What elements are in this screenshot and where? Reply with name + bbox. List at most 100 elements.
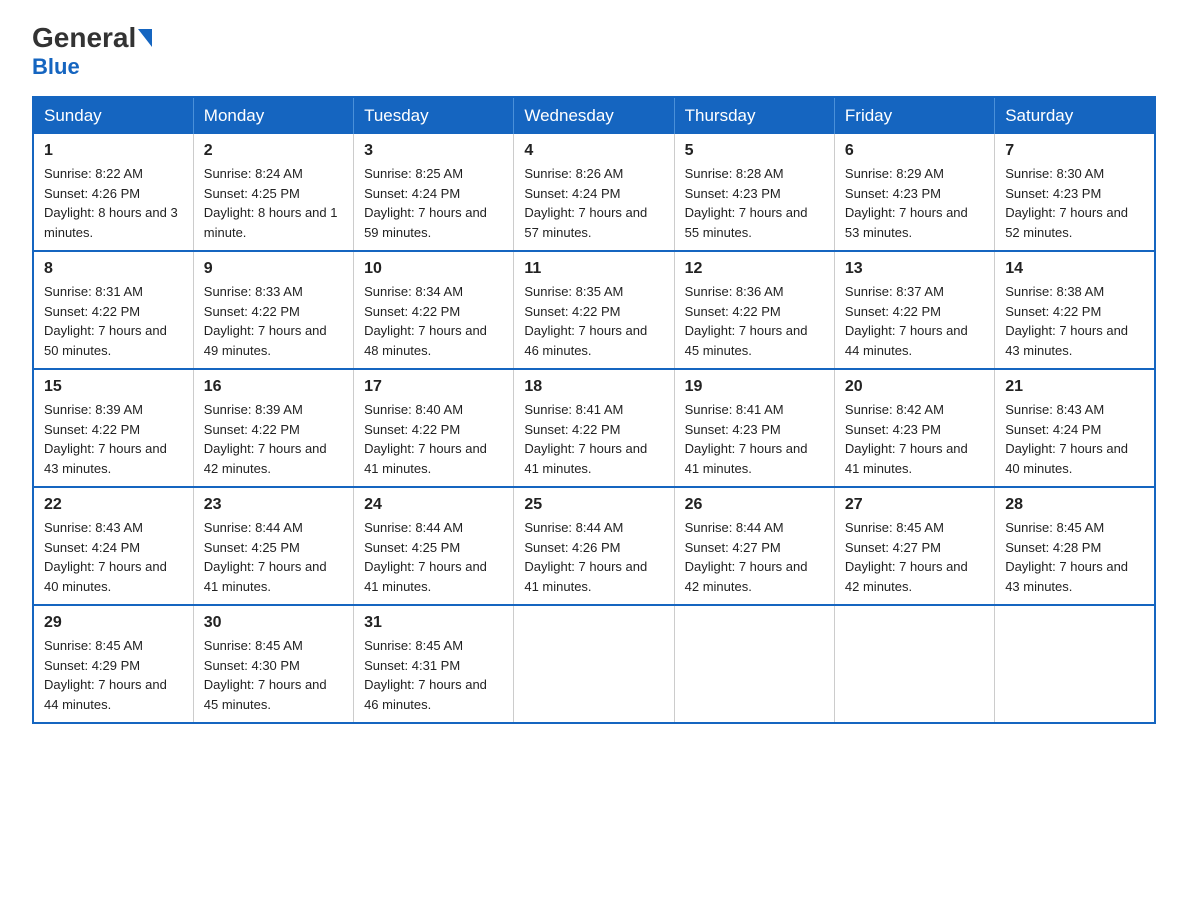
day-info: Sunrise: 8:45 AMSunset: 4:28 PMDaylight:… — [1005, 518, 1144, 596]
day-number: 30 — [204, 614, 343, 632]
week-row-3: 15 Sunrise: 8:39 AMSunset: 4:22 PMDaylig… — [33, 369, 1155, 487]
logo-blue-text: Blue — [32, 54, 80, 80]
day-info: Sunrise: 8:24 AMSunset: 4:25 PMDaylight:… — [204, 164, 343, 242]
calendar-cell: 8 Sunrise: 8:31 AMSunset: 4:22 PMDayligh… — [33, 251, 193, 369]
calendar-cell — [674, 605, 834, 723]
calendar-cell: 3 Sunrise: 8:25 AMSunset: 4:24 PMDayligh… — [354, 134, 514, 251]
day-number: 10 — [364, 260, 503, 278]
calendar-cell: 23 Sunrise: 8:44 AMSunset: 4:25 PMDaylig… — [193, 487, 353, 605]
day-info: Sunrise: 8:44 AMSunset: 4:27 PMDaylight:… — [685, 518, 824, 596]
calendar-cell: 14 Sunrise: 8:38 AMSunset: 4:22 PMDaylig… — [995, 251, 1155, 369]
day-number: 11 — [524, 260, 663, 278]
day-info: Sunrise: 8:34 AMSunset: 4:22 PMDaylight:… — [364, 282, 503, 360]
calendar-cell: 31 Sunrise: 8:45 AMSunset: 4:31 PMDaylig… — [354, 605, 514, 723]
day-info: Sunrise: 8:36 AMSunset: 4:22 PMDaylight:… — [685, 282, 824, 360]
calendar-cell: 25 Sunrise: 8:44 AMSunset: 4:26 PMDaylig… — [514, 487, 674, 605]
calendar-cell: 30 Sunrise: 8:45 AMSunset: 4:30 PMDaylig… — [193, 605, 353, 723]
weekday-header-tuesday: Tuesday — [354, 97, 514, 134]
calendar-table: SundayMondayTuesdayWednesdayThursdayFrid… — [32, 96, 1156, 724]
day-number: 28 — [1005, 496, 1144, 514]
calendar-cell: 12 Sunrise: 8:36 AMSunset: 4:22 PMDaylig… — [674, 251, 834, 369]
week-row-5: 29 Sunrise: 8:45 AMSunset: 4:29 PMDaylig… — [33, 605, 1155, 723]
day-number: 16 — [204, 378, 343, 396]
day-number: 5 — [685, 142, 824, 160]
day-info: Sunrise: 8:42 AMSunset: 4:23 PMDaylight:… — [845, 400, 984, 478]
calendar-cell: 20 Sunrise: 8:42 AMSunset: 4:23 PMDaylig… — [834, 369, 994, 487]
day-info: Sunrise: 8:30 AMSunset: 4:23 PMDaylight:… — [1005, 164, 1144, 242]
logo: General Blue — [32, 24, 152, 80]
calendar-cell: 13 Sunrise: 8:37 AMSunset: 4:22 PMDaylig… — [834, 251, 994, 369]
day-number: 21 — [1005, 378, 1144, 396]
day-number: 23 — [204, 496, 343, 514]
day-info: Sunrise: 8:38 AMSunset: 4:22 PMDaylight:… — [1005, 282, 1144, 360]
day-info: Sunrise: 8:45 AMSunset: 4:27 PMDaylight:… — [845, 518, 984, 596]
day-info: Sunrise: 8:45 AMSunset: 4:30 PMDaylight:… — [204, 636, 343, 714]
day-number: 3 — [364, 142, 503, 160]
day-number: 6 — [845, 142, 984, 160]
day-info: Sunrise: 8:44 AMSunset: 4:25 PMDaylight:… — [204, 518, 343, 596]
calendar-cell: 24 Sunrise: 8:44 AMSunset: 4:25 PMDaylig… — [354, 487, 514, 605]
calendar-cell: 10 Sunrise: 8:34 AMSunset: 4:22 PMDaylig… — [354, 251, 514, 369]
day-number: 13 — [845, 260, 984, 278]
calendar-cell — [995, 605, 1155, 723]
calendar-cell: 21 Sunrise: 8:43 AMSunset: 4:24 PMDaylig… — [995, 369, 1155, 487]
day-info: Sunrise: 8:44 AMSunset: 4:25 PMDaylight:… — [364, 518, 503, 596]
weekday-header-sunday: Sunday — [33, 97, 193, 134]
day-info: Sunrise: 8:29 AMSunset: 4:23 PMDaylight:… — [845, 164, 984, 242]
calendar-cell: 4 Sunrise: 8:26 AMSunset: 4:24 PMDayligh… — [514, 134, 674, 251]
day-number: 1 — [44, 142, 183, 160]
calendar-cell: 11 Sunrise: 8:35 AMSunset: 4:22 PMDaylig… — [514, 251, 674, 369]
weekday-header-monday: Monday — [193, 97, 353, 134]
calendar-cell: 7 Sunrise: 8:30 AMSunset: 4:23 PMDayligh… — [995, 134, 1155, 251]
day-number: 25 — [524, 496, 663, 514]
day-number: 14 — [1005, 260, 1144, 278]
week-row-1: 1 Sunrise: 8:22 AMSunset: 4:26 PMDayligh… — [33, 134, 1155, 251]
day-info: Sunrise: 8:26 AMSunset: 4:24 PMDaylight:… — [524, 164, 663, 242]
calendar-cell: 1 Sunrise: 8:22 AMSunset: 4:26 PMDayligh… — [33, 134, 193, 251]
logo-arrow-icon — [138, 29, 152, 47]
calendar-cell: 28 Sunrise: 8:45 AMSunset: 4:28 PMDaylig… — [995, 487, 1155, 605]
weekday-header-wednesday: Wednesday — [514, 97, 674, 134]
calendar-cell — [514, 605, 674, 723]
calendar-cell: 2 Sunrise: 8:24 AMSunset: 4:25 PMDayligh… — [193, 134, 353, 251]
day-info: Sunrise: 8:22 AMSunset: 4:26 PMDaylight:… — [44, 164, 183, 242]
calendar-cell: 19 Sunrise: 8:41 AMSunset: 4:23 PMDaylig… — [674, 369, 834, 487]
day-number: 2 — [204, 142, 343, 160]
calendar-cell: 15 Sunrise: 8:39 AMSunset: 4:22 PMDaylig… — [33, 369, 193, 487]
day-info: Sunrise: 8:41 AMSunset: 4:23 PMDaylight:… — [685, 400, 824, 478]
day-number: 12 — [685, 260, 824, 278]
day-number: 20 — [845, 378, 984, 396]
week-row-4: 22 Sunrise: 8:43 AMSunset: 4:24 PMDaylig… — [33, 487, 1155, 605]
calendar-cell: 16 Sunrise: 8:39 AMSunset: 4:22 PMDaylig… — [193, 369, 353, 487]
calendar-cell: 29 Sunrise: 8:45 AMSunset: 4:29 PMDaylig… — [33, 605, 193, 723]
day-info: Sunrise: 8:44 AMSunset: 4:26 PMDaylight:… — [524, 518, 663, 596]
day-number: 27 — [845, 496, 984, 514]
calendar-cell: 9 Sunrise: 8:33 AMSunset: 4:22 PMDayligh… — [193, 251, 353, 369]
day-info: Sunrise: 8:31 AMSunset: 4:22 PMDaylight:… — [44, 282, 183, 360]
day-number: 19 — [685, 378, 824, 396]
day-number: 7 — [1005, 142, 1144, 160]
calendar-cell: 27 Sunrise: 8:45 AMSunset: 4:27 PMDaylig… — [834, 487, 994, 605]
page-header: General Blue — [32, 24, 1156, 80]
day-info: Sunrise: 8:40 AMSunset: 4:22 PMDaylight:… — [364, 400, 503, 478]
day-number: 26 — [685, 496, 824, 514]
logo-general-text: General — [32, 24, 136, 52]
day-number: 9 — [204, 260, 343, 278]
day-info: Sunrise: 8:28 AMSunset: 4:23 PMDaylight:… — [685, 164, 824, 242]
day-number: 22 — [44, 496, 183, 514]
day-info: Sunrise: 8:43 AMSunset: 4:24 PMDaylight:… — [1005, 400, 1144, 478]
day-number: 18 — [524, 378, 663, 396]
weekday-header-row: SundayMondayTuesdayWednesdayThursdayFrid… — [33, 97, 1155, 134]
calendar-cell: 5 Sunrise: 8:28 AMSunset: 4:23 PMDayligh… — [674, 134, 834, 251]
day-number: 31 — [364, 614, 503, 632]
day-info: Sunrise: 8:45 AMSunset: 4:29 PMDaylight:… — [44, 636, 183, 714]
day-number: 8 — [44, 260, 183, 278]
weekday-header-thursday: Thursday — [674, 97, 834, 134]
calendar-cell: 18 Sunrise: 8:41 AMSunset: 4:22 PMDaylig… — [514, 369, 674, 487]
calendar-cell: 6 Sunrise: 8:29 AMSunset: 4:23 PMDayligh… — [834, 134, 994, 251]
day-number: 15 — [44, 378, 183, 396]
day-info: Sunrise: 8:41 AMSunset: 4:22 PMDaylight:… — [524, 400, 663, 478]
calendar-cell — [834, 605, 994, 723]
day-number: 29 — [44, 614, 183, 632]
day-info: Sunrise: 8:43 AMSunset: 4:24 PMDaylight:… — [44, 518, 183, 596]
